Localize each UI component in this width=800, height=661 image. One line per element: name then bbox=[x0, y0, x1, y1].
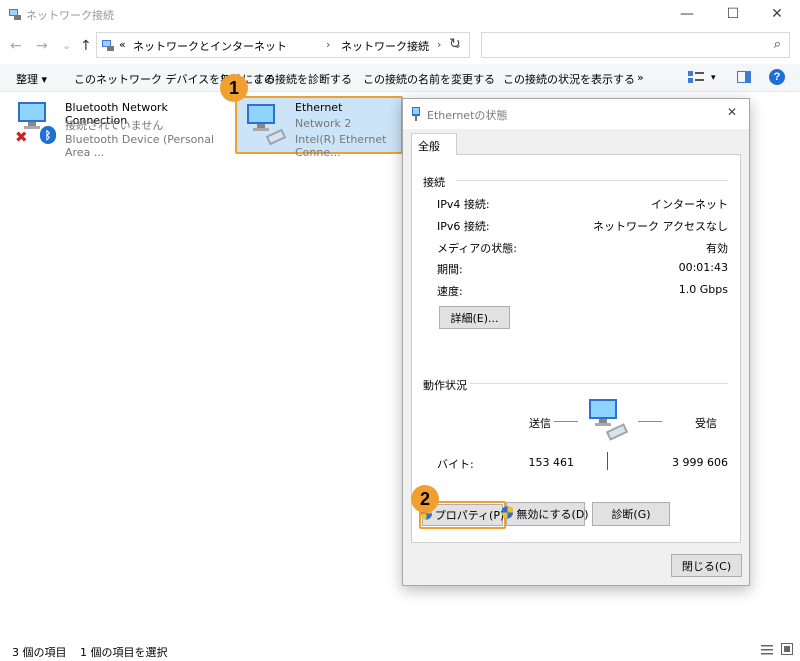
step-badge-2: 2 bbox=[411, 485, 439, 513]
general-panel: 接続 IPv4 接続: インターネット IPv6 接続: ネットワーク アクセス… bbox=[411, 154, 741, 543]
status-bar: 3 個の項目 1 個の項目を選択 bbox=[0, 640, 800, 661]
search-input[interactable]: ⌕ bbox=[481, 32, 790, 58]
tab-label: 全般 bbox=[418, 140, 440, 153]
view-options-caret[interactable]: ▾ bbox=[711, 73, 716, 83]
network-activity-icon bbox=[585, 397, 633, 446]
ipv6-label: IPv6 接続: bbox=[437, 220, 490, 233]
title-bar: ネットワーク接続 — ☐ ✕ bbox=[0, 0, 800, 28]
uac-shield-icon bbox=[502, 506, 514, 522]
bytes-divider bbox=[607, 452, 608, 470]
back-button[interactable]: ← bbox=[10, 38, 22, 54]
speed-label: 速度: bbox=[437, 285, 463, 298]
item-status: Network 2 bbox=[295, 117, 352, 130]
connection-section-header: 接続 bbox=[423, 176, 445, 189]
media-state-value: 有効 bbox=[706, 242, 728, 255]
item-device: Bluetooth Device (Personal Area ... bbox=[65, 133, 215, 159]
network-folder-icon bbox=[8, 7, 22, 24]
item-device: Intel(R) Ethernet Conne... bbox=[295, 133, 387, 159]
speed-value: 1.0 Gbps bbox=[678, 283, 728, 296]
dialog-close-button[interactable]: 閉じる(C) bbox=[671, 554, 742, 577]
item-status: 接続されていません bbox=[65, 119, 164, 132]
address-bar[interactable]: « ネットワークとインターネット › ネットワーク接続 › ⌄ bbox=[96, 32, 470, 58]
sent-line bbox=[554, 421, 578, 422]
sent-label: 送信 bbox=[529, 417, 551, 430]
close-button[interactable]: ✕ bbox=[754, 0, 800, 28]
dialog-close-icon[interactable]: ✕ bbox=[727, 105, 737, 119]
up-button[interactable]: ↑ bbox=[80, 38, 92, 54]
large-icons-view-icon[interactable] bbox=[781, 643, 793, 658]
preview-pane-icon[interactable] bbox=[737, 71, 751, 86]
refresh-button[interactable]: ↻ bbox=[449, 36, 461, 52]
window-title: ネットワーク接続 bbox=[26, 9, 114, 22]
diagnose-button[interactable]: 診断(G) bbox=[592, 502, 670, 526]
bytes-received-value: 3 999 606 bbox=[672, 456, 728, 469]
change-view-icon[interactable] bbox=[688, 71, 704, 86]
address-row: ← → ⌄ ↑ « ネットワークとインターネット › ネットワーク接続 › ⌄ … bbox=[0, 30, 800, 62]
ethernet-status-dialog: Ethernetの状態 ✕ 全般 接続 IPv4 接続: インターネット IPv… bbox=[402, 98, 750, 586]
search-icon: ⌕ bbox=[773, 37, 781, 52]
rename-connection-command[interactable]: この接続の名前を変更する bbox=[363, 71, 495, 87]
bytes-sent-value: 153 461 bbox=[528, 456, 575, 469]
diagnose-connection-command[interactable]: この接続を診断する bbox=[253, 71, 352, 87]
duration-label: 期間: bbox=[437, 263, 463, 276]
disconnected-x-icon: ✖ bbox=[15, 128, 28, 146]
command-bar: 整理 ▾ このネットワーク デバイスを無効にする この接続を診断する この接続の… bbox=[0, 64, 800, 92]
disable-button[interactable]: 無効にする(D) bbox=[502, 502, 589, 526]
breadcrumb-network-connections[interactable]: ネットワーク接続 bbox=[341, 38, 429, 54]
ipv4-value: インターネット bbox=[651, 198, 728, 211]
received-line bbox=[638, 421, 662, 422]
breadcrumb-separator[interactable]: › bbox=[437, 38, 441, 51]
ipv6-value: ネットワーク アクセスなし bbox=[593, 220, 728, 233]
ethernet-status-icon bbox=[411, 107, 421, 124]
duration-value: 00:01:43 bbox=[678, 261, 728, 274]
bluetooth-icon: ᛒ bbox=[40, 126, 56, 144]
breadcrumb-network-internet[interactable]: ネットワークとインターネット bbox=[133, 38, 287, 54]
media-state-label: メディアの状態: bbox=[437, 242, 517, 255]
activity-section-header: 動作状況 bbox=[423, 379, 467, 392]
section-divider bbox=[470, 383, 728, 384]
network-folder-icon bbox=[101, 38, 115, 55]
network-connections-window: ネットワーク接続 — ☐ ✕ ← → ⌄ ↑ « ネットワークとインターネット … bbox=[0, 0, 800, 661]
ethernet-adapter-icon bbox=[245, 102, 291, 149]
selection-count: 1 個の項目を選択 bbox=[80, 646, 168, 659]
item-name: Ethernet bbox=[295, 101, 343, 114]
view-status-command[interactable]: この接続の状況を表示する bbox=[503, 71, 635, 87]
ipv4-label: IPv4 接続: bbox=[437, 198, 490, 211]
connection-item-ethernet[interactable]: Ethernet Network 2 Intel(R) Ethernet Con… bbox=[235, 96, 403, 159]
forward-button[interactable]: → bbox=[36, 38, 48, 54]
step-badge-1: 1 bbox=[220, 74, 248, 102]
section-divider bbox=[456, 180, 728, 181]
minimize-button[interactable]: — bbox=[664, 0, 710, 28]
tab-general[interactable]: 全般 bbox=[411, 133, 457, 155]
connection-item-bluetooth[interactable]: ✖ ᛒ Bluetooth Network Connection 接続されていま… bbox=[10, 98, 230, 159]
disable-label: 無効にする(D) bbox=[516, 508, 589, 521]
recent-locations-button[interactable]: ⌄ bbox=[62, 39, 71, 52]
received-label: 受信 bbox=[695, 417, 717, 430]
dialog-title: Ethernetの状態 bbox=[427, 109, 508, 122]
item-count: 3 個の項目 bbox=[12, 646, 67, 659]
details-view-icon[interactable] bbox=[761, 644, 773, 658]
bytes-label: バイト: bbox=[437, 458, 474, 471]
dialog-title-bar: Ethernetの状態 ✕ bbox=[403, 99, 749, 129]
help-icon[interactable]: ? bbox=[769, 69, 785, 85]
breadcrumb-overflow[interactable]: « bbox=[119, 38, 126, 51]
organize-menu[interactable]: 整理 ▾ bbox=[16, 71, 47, 87]
details-button[interactable]: 詳細(E)... bbox=[439, 306, 510, 329]
more-commands-button[interactable]: » bbox=[637, 71, 644, 84]
breadcrumb-separator[interactable]: › bbox=[326, 38, 330, 51]
properties-label: プロパティ(P) bbox=[434, 509, 505, 522]
maximize-button[interactable]: ☐ bbox=[710, 0, 756, 28]
